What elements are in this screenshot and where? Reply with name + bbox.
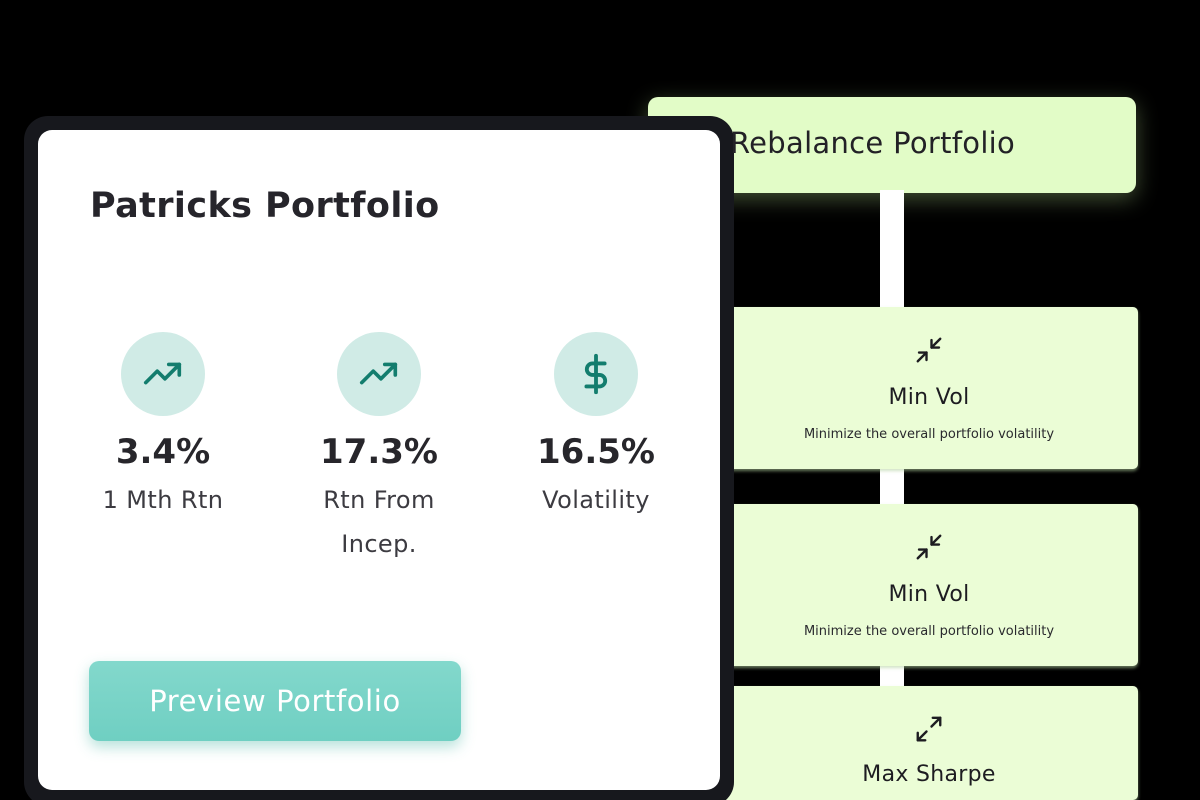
strategy-name: Min Vol <box>888 582 970 607</box>
minimize-arrows-icon <box>914 335 944 365</box>
metric-label: Volatility <box>542 486 650 514</box>
strategy-description: Minimize the overall portfolio volatilit… <box>803 427 1055 442</box>
preview-portfolio-button[interactable]: Preview Portfolio <box>89 661 461 741</box>
strategy-description: Minimize the overall portfolio volatilit… <box>803 624 1055 639</box>
strategy-card-min-vol[interactable]: Min Vol Minimize the overall portfolio v… <box>720 307 1138 469</box>
flow-connector <box>880 190 904 312</box>
strategy-name: Max Sharpe <box>862 762 996 787</box>
dollar-icon <box>554 332 638 416</box>
maximize-arrows-icon <box>914 714 944 744</box>
metric-value: 16.5% <box>537 432 655 472</box>
trending-up-icon <box>121 332 205 416</box>
strategy-name: Min Vol <box>888 385 970 410</box>
metric-1-mth-rtn: 3.4% 1 Mth Rtn <box>63 332 263 522</box>
metric-volatility: 16.5% Volatility <box>496 332 696 522</box>
metric-label: Rtn From Incep. <box>323 486 435 558</box>
trending-up-icon <box>337 332 421 416</box>
metric-label: 1 Mth Rtn <box>102 486 224 514</box>
metric-rtn-from-incep: 17.3% Rtn From Incep. <box>279 332 479 566</box>
portfolio-title: Patricks Portfolio <box>90 186 440 226</box>
minimize-arrows-icon <box>914 532 944 562</box>
strategy-card-min-vol[interactable]: Min Vol Minimize the overall portfolio v… <box>720 504 1138 666</box>
strategy-card-max-sharpe[interactable]: Max Sharpe <box>720 686 1138 800</box>
metric-value: 17.3% <box>320 432 438 472</box>
flow-connector <box>880 466 904 508</box>
rebalance-title: Rebalance Portfolio <box>730 126 1016 160</box>
metric-value: 3.4% <box>115 432 211 472</box>
portfolio-card: Patricks Portfolio 3.4% 1 Mth Rtn 17.3% … <box>38 130 720 790</box>
